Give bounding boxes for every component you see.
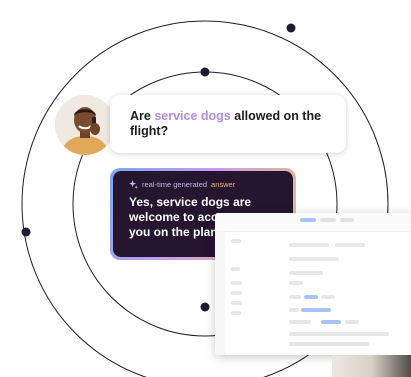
answer-tag-label: real-time generated xyxy=(142,180,208,189)
content-highlight xyxy=(321,320,341,324)
content-line xyxy=(289,332,389,336)
question-highlight: service dogs xyxy=(154,109,231,123)
content-line xyxy=(289,271,323,275)
content-line xyxy=(289,281,303,285)
content-highlight xyxy=(301,308,331,312)
window-tab xyxy=(320,218,336,222)
app-screenshot-window xyxy=(215,213,411,355)
sidebar-line xyxy=(231,301,242,305)
orbit-dot xyxy=(286,23,296,33)
answer-tag: real-time generated answer xyxy=(129,180,281,189)
content-line xyxy=(289,257,339,261)
sparkle-icon xyxy=(129,180,138,189)
content-line xyxy=(289,308,299,312)
background-photo-strip xyxy=(332,355,411,377)
sidebar-line xyxy=(231,239,241,243)
content-highlight xyxy=(304,295,318,299)
sidebar-line xyxy=(231,291,242,295)
content-line xyxy=(289,320,311,324)
question-text: Are service dogs allowed on the flight? xyxy=(130,109,322,138)
orbit-dot xyxy=(200,302,210,312)
content-line xyxy=(335,243,365,247)
window-topbar xyxy=(215,213,411,232)
question-bubble: Are service dogs allowed on the flight? xyxy=(110,95,346,153)
person-avatar-icon xyxy=(55,95,115,155)
window-sidebar xyxy=(215,231,225,355)
sidebar-line xyxy=(231,311,241,315)
sidebar-line xyxy=(231,281,242,285)
orbit-dot xyxy=(200,67,210,77)
content-line xyxy=(289,295,301,299)
answer-tag-highlight: answer xyxy=(211,180,236,189)
orbit-dot xyxy=(21,227,31,237)
content-line xyxy=(321,295,335,299)
content-line xyxy=(345,320,359,324)
person-on-phone-avatar xyxy=(55,95,115,155)
window-tab-active xyxy=(300,218,316,222)
content-line xyxy=(289,342,369,346)
window-tab xyxy=(340,218,354,222)
content-line xyxy=(289,243,329,247)
sidebar-line xyxy=(231,267,240,271)
